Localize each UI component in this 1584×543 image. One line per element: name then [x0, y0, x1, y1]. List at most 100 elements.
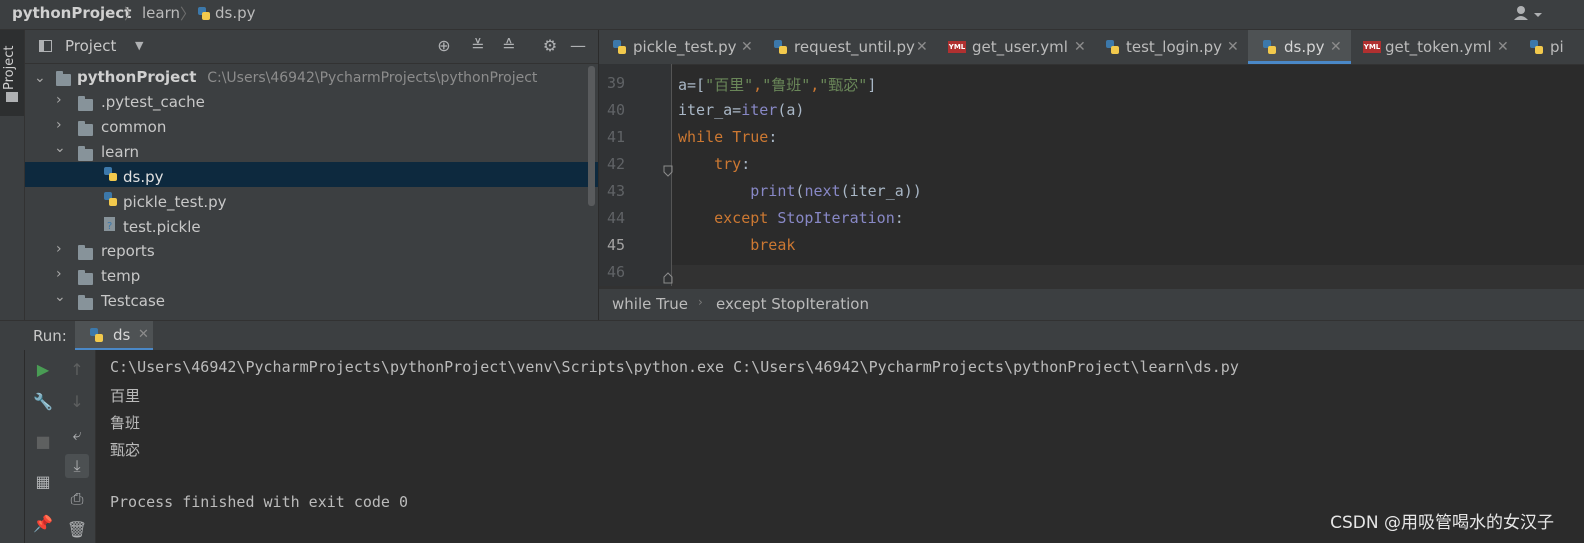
arrow-up-icon[interactable]: ↑: [65, 358, 89, 382]
close-icon[interactable]: ✕: [138, 327, 149, 342]
tab-label: test_login.py: [1126, 38, 1223, 56]
tab-label: get_user.yml: [972, 38, 1068, 56]
scroll-to-end-icon[interactable]: ⤓: [65, 454, 89, 478]
editor-tab-bar: pickle_test.py ✕ request_until.py ✕ YML …: [599, 30, 1584, 65]
code-line-42[interactable]: try:: [678, 155, 750, 173]
fold-icon[interactable]: [663, 165, 673, 177]
tab-label: pickle_test.py: [633, 38, 737, 56]
keyword-token: except: [714, 209, 769, 227]
tab-overflow[interactable]: pi: [1516, 30, 1584, 64]
nav-crumb-file[interactable]: ds.py: [215, 4, 256, 22]
chevron-right-icon[interactable]: ›: [56, 92, 62, 108]
close-icon[interactable]: ✕: [1074, 30, 1086, 64]
chevron-down-icon[interactable]: ⌄: [34, 70, 46, 86]
code-token: ,: [810, 76, 820, 94]
fold-end-icon[interactable]: [663, 272, 673, 284]
code-line-41[interactable]: while True:: [678, 128, 777, 146]
tab-get-token-yml[interactable]: YML get_token.yml ✕: [1351, 30, 1516, 64]
console-line: Process finished with exit code 0: [110, 493, 409, 511]
nav-crumb-project[interactable]: pythonProject: [12, 4, 131, 22]
project-toolbar: Project ▼ ⊕ ≚ ≙ ⚙ —: [25, 30, 598, 64]
code-line-44[interactable]: except StopIteration:: [678, 209, 904, 227]
code-token: (a): [777, 101, 805, 119]
code-token: :: [768, 128, 778, 146]
soft-wrap-icon[interactable]: ⤶: [65, 423, 89, 447]
project-view-selector[interactable]: Project: [65, 37, 116, 55]
code-line-45[interactable]: break: [678, 236, 795, 254]
pin-icon[interactable]: 📌: [31, 512, 55, 536]
layout-icon[interactable]: ▦: [31, 470, 55, 494]
chevron-down-icon[interactable]: ⌄: [54, 140, 66, 156]
tree-item-label: pythonProject: [77, 68, 197, 86]
code-token: ]: [867, 76, 877, 94]
chevron-right-icon: 〉: [180, 5, 196, 23]
chevron-down-icon[interactable]: ⌄: [54, 289, 66, 305]
nav-crumb-folder[interactable]: learn: [142, 4, 180, 22]
line-number: 42: [606, 155, 625, 173]
python-file-icon: [104, 167, 117, 181]
folder-icon: [78, 245, 93, 260]
chevron-down-icon[interactable]: ▼: [135, 39, 143, 52]
chevron-right-icon[interactable]: ›: [56, 117, 62, 133]
print-icon[interactable]: ⎙: [65, 487, 89, 511]
collapse-all-icon[interactable]: ≙: [499, 36, 519, 56]
chevron-right-icon: 〉: [124, 5, 140, 23]
close-icon[interactable]: ✕: [1330, 30, 1342, 64]
expand-all-icon[interactable]: ≚: [468, 36, 488, 56]
python-file-icon: [1263, 40, 1276, 54]
rerun-icon[interactable]: ▶: [31, 358, 55, 382]
chevron-right-icon[interactable]: ›: [56, 241, 62, 257]
builtin-token: StopIteration: [777, 209, 895, 227]
tree-item-test-pickle[interactable]: test.pickle: [123, 215, 201, 240]
tree-item-common[interactable]: common: [101, 115, 166, 140]
close-icon[interactable]: ✕: [741, 30, 753, 64]
line-number: 43: [606, 182, 625, 200]
wrench-icon[interactable]: 🔧: [31, 390, 55, 414]
close-icon[interactable]: ✕: [1227, 30, 1239, 64]
tab-request-until-py[interactable]: request_until.py ✕: [764, 30, 934, 64]
tab-ds-py[interactable]: ds.py ✕: [1248, 30, 1351, 64]
user-icon[interactable]: [1513, 5, 1543, 23]
keyword-token: break: [750, 236, 796, 254]
stop-icon[interactable]: ■: [31, 430, 55, 454]
tree-item-ds-py[interactable]: ds.py: [123, 165, 164, 190]
tab-pickle-test-py[interactable]: pickle_test.py ✕: [599, 30, 764, 64]
chevron-right-icon[interactable]: ›: [56, 266, 62, 282]
tree-item-pytest-cache[interactable]: .pytest_cache: [101, 90, 205, 115]
project-stripe-label: Project: [2, 45, 17, 90]
current-line-number: 45: [606, 236, 625, 254]
trash-icon[interactable]: 🗑: [65, 518, 89, 542]
console-line: 甄宓: [110, 441, 141, 459]
tab-get-user-yml[interactable]: YML get_user.yml ✕: [934, 30, 1092, 64]
tree-item-learn[interactable]: learn: [101, 140, 139, 165]
breadcrumb-item[interactable]: while True: [612, 295, 688, 313]
line-number: 39: [606, 74, 625, 92]
tab-test-login-py[interactable]: test_login.py ✕: [1092, 30, 1248, 64]
tree-item-pythonproject[interactable]: pythonProject C:\Users\46942\PycharmProj…: [77, 65, 537, 90]
tree-item-reports[interactable]: reports: [101, 239, 155, 264]
tree-item-pickle-test-py[interactable]: pickle_test.py: [123, 190, 227, 215]
run-tab-ds[interactable]: ds ✕: [75, 321, 153, 351]
hide-icon[interactable]: —: [568, 36, 588, 56]
tree-item-temp[interactable]: temp: [101, 264, 140, 289]
gear-icon[interactable]: ⚙: [540, 36, 560, 56]
code-line-40[interactable]: iter_a=iter(a): [678, 101, 804, 119]
breadcrumb-item[interactable]: except StopIteration: [716, 295, 869, 313]
unknown-file-icon: ?: [104, 217, 115, 232]
code-line-39[interactable]: a=["百里","鲁班","甄宓"]: [678, 74, 876, 95]
folder-icon: [78, 270, 93, 285]
arrow-down-icon[interactable]: ↓: [65, 390, 89, 414]
code-token: (iter_a)): [840, 182, 922, 200]
close-icon[interactable]: ✕: [1497, 30, 1509, 64]
project-stripe-button[interactable]: Project: [0, 30, 24, 116]
tree-item-testcase[interactable]: Testcase: [101, 289, 165, 314]
run-left-stripe: [0, 350, 24, 543]
tab-label: get_token.yml: [1385, 38, 1492, 56]
python-file-icon: [774, 40, 787, 54]
run-label: Run:: [33, 327, 67, 345]
close-icon[interactable]: ✕: [916, 30, 928, 64]
locate-icon[interactable]: ⊕: [434, 36, 454, 56]
code-line-43[interactable]: print(next(iter_a)): [678, 182, 922, 200]
project-view-icon: [39, 40, 52, 52]
tree-scrollbar[interactable]: [588, 66, 595, 206]
